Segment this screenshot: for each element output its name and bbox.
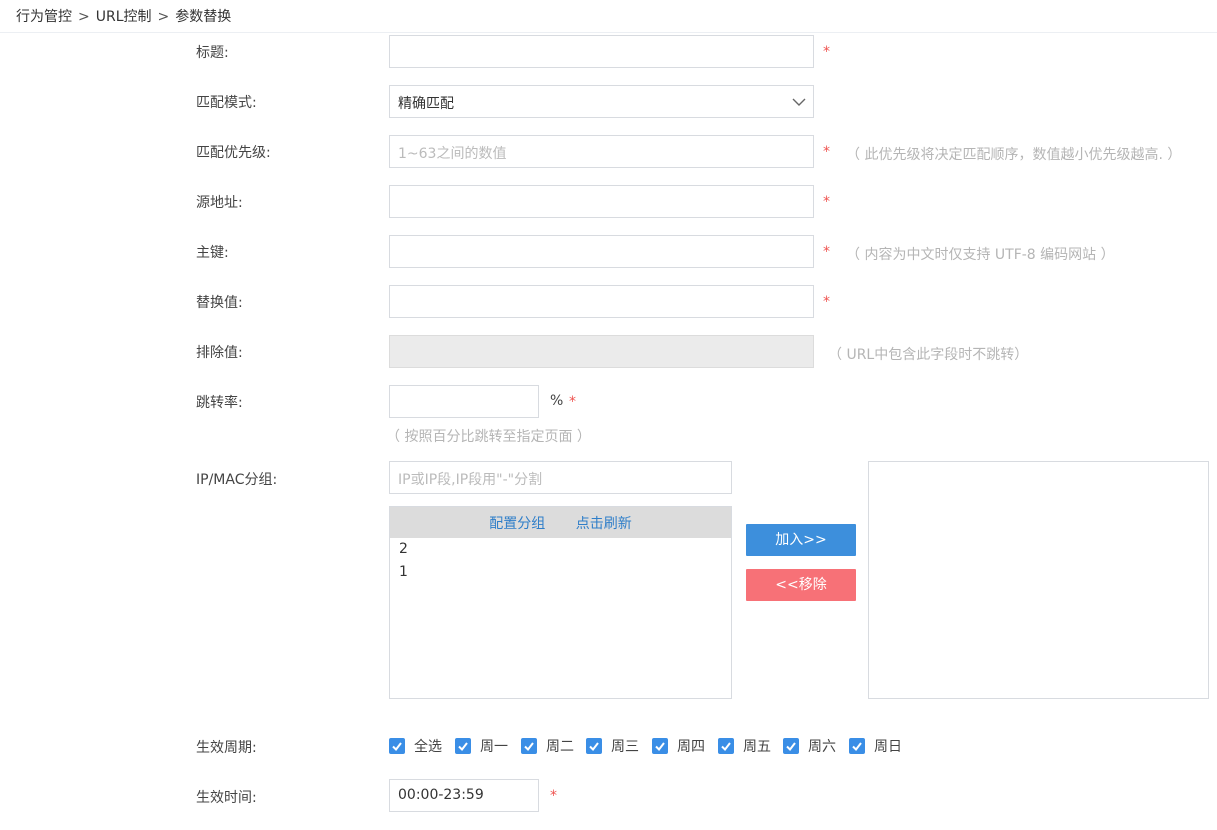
- checkbox-label: 周一: [480, 739, 508, 755]
- checkbox-tuesday[interactable]: 周二: [521, 736, 574, 756]
- checkbox-wednesday[interactable]: 周三: [586, 736, 639, 756]
- refresh-link[interactable]: 点击刷新: [576, 516, 632, 532]
- chevron-down-icon: [792, 98, 806, 106]
- required-marker: *: [823, 44, 830, 60]
- checkbox-label: 周三: [611, 739, 639, 755]
- checkbox-label: 周六: [808, 739, 836, 755]
- source-input[interactable]: [389, 185, 814, 218]
- breadcrumb-item-behavior-control[interactable]: 行为管控: [16, 9, 72, 25]
- breadcrumb-separator: >: [78, 9, 90, 25]
- checkbox-checked-icon: [783, 738, 799, 754]
- required-marker: *: [823, 294, 830, 310]
- replace-label: 替换值:: [196, 295, 243, 311]
- add-button[interactable]: 加入>>: [746, 524, 856, 556]
- key-input[interactable]: [389, 235, 814, 268]
- title-label: 标题:: [196, 45, 229, 61]
- checkbox-checked-icon: [718, 738, 734, 754]
- jump-rate-label: 跳转率:: [196, 395, 243, 411]
- checkbox-label: 周日: [874, 739, 902, 755]
- key-hint: （ 内容为中文时仅支持 UTF-8 编码网站 ）: [846, 247, 1115, 263]
- checkbox-thursday[interactable]: 周四: [652, 736, 705, 756]
- checkbox-checked-icon: [455, 738, 471, 754]
- checkbox-checked-icon: [389, 738, 405, 754]
- jump-rate-hint: （ 按照百分比跳转至指定页面 ）: [386, 429, 591, 445]
- required-marker: *: [569, 394, 576, 410]
- required-marker: *: [550, 788, 557, 804]
- selected-group-listbox[interactable]: [868, 461, 1209, 699]
- key-label: 主键:: [196, 245, 229, 261]
- checkbox-label: 周二: [546, 739, 574, 755]
- config-group-link[interactable]: 配置分组: [489, 516, 545, 532]
- priority-hint: （ 此优先级将决定匹配顺序，数值越小优先级越高. ）: [846, 147, 1182, 163]
- title-input[interactable]: [389, 35, 814, 68]
- checkbox-sunday[interactable]: 周日: [849, 736, 902, 756]
- priority-input[interactable]: 1~63之间的数值: [389, 135, 814, 168]
- checkbox-monday[interactable]: 周一: [455, 736, 508, 756]
- remove-button[interactable]: <<移除: [746, 569, 856, 601]
- checkbox-select-all[interactable]: 全选: [389, 736, 442, 756]
- checkbox-label: 全选: [414, 739, 442, 755]
- ipmac-label: IP/MAC分组:: [196, 472, 278, 488]
- exclude-label: 排除值:: [196, 345, 243, 361]
- time-input[interactable]: 00:00-23:59: [389, 779, 539, 812]
- breadcrumb-separator: >: [157, 9, 170, 25]
- group-listbox: 配置分组 点击刷新 2 1: [389, 506, 732, 699]
- list-item[interactable]: 2: [390, 538, 731, 561]
- time-label: 生效时间:: [196, 790, 257, 806]
- period-label: 生效周期:: [196, 740, 257, 756]
- exclude-input: [389, 335, 814, 368]
- priority-label: 匹配优先级:: [196, 145, 271, 161]
- percent-unit: %: [550, 393, 564, 409]
- checkbox-label: 周四: [677, 739, 705, 755]
- breadcrumb-item-url-control[interactable]: URL控制: [96, 9, 152, 25]
- match-mode-label: 匹配模式:: [196, 95, 257, 111]
- required-marker: *: [823, 194, 830, 210]
- group-listbox-header: 配置分组 点击刷新: [390, 507, 731, 538]
- required-marker: *: [823, 244, 830, 260]
- jump-rate-input[interactable]: [389, 385, 539, 418]
- breadcrumb-item-param-replace: 参数替换: [175, 9, 232, 25]
- checkbox-label: 周五: [743, 739, 771, 755]
- checkbox-saturday[interactable]: 周六: [783, 736, 836, 756]
- checkbox-friday[interactable]: 周五: [718, 736, 771, 756]
- checkbox-checked-icon: [652, 738, 668, 754]
- match-mode-value: 精确匹配: [398, 96, 454, 112]
- source-label: 源地址:: [196, 195, 243, 211]
- match-mode-select[interactable]: 精确匹配: [389, 85, 814, 118]
- required-marker: *: [823, 144, 830, 160]
- checkbox-checked-icon: [521, 738, 537, 754]
- list-item[interactable]: 1: [390, 561, 731, 584]
- replace-input[interactable]: [389, 285, 814, 318]
- exclude-hint: （ URL中包含此字段时不跳转）: [828, 347, 1029, 363]
- checkbox-checked-icon: [849, 738, 865, 754]
- checkbox-checked-icon: [586, 738, 602, 754]
- breadcrumb: 行为管控 > URL控制 > 参数替换: [0, 0, 1217, 33]
- ipmac-input[interactable]: IP或IP段,IP段用"-"分割: [389, 461, 732, 494]
